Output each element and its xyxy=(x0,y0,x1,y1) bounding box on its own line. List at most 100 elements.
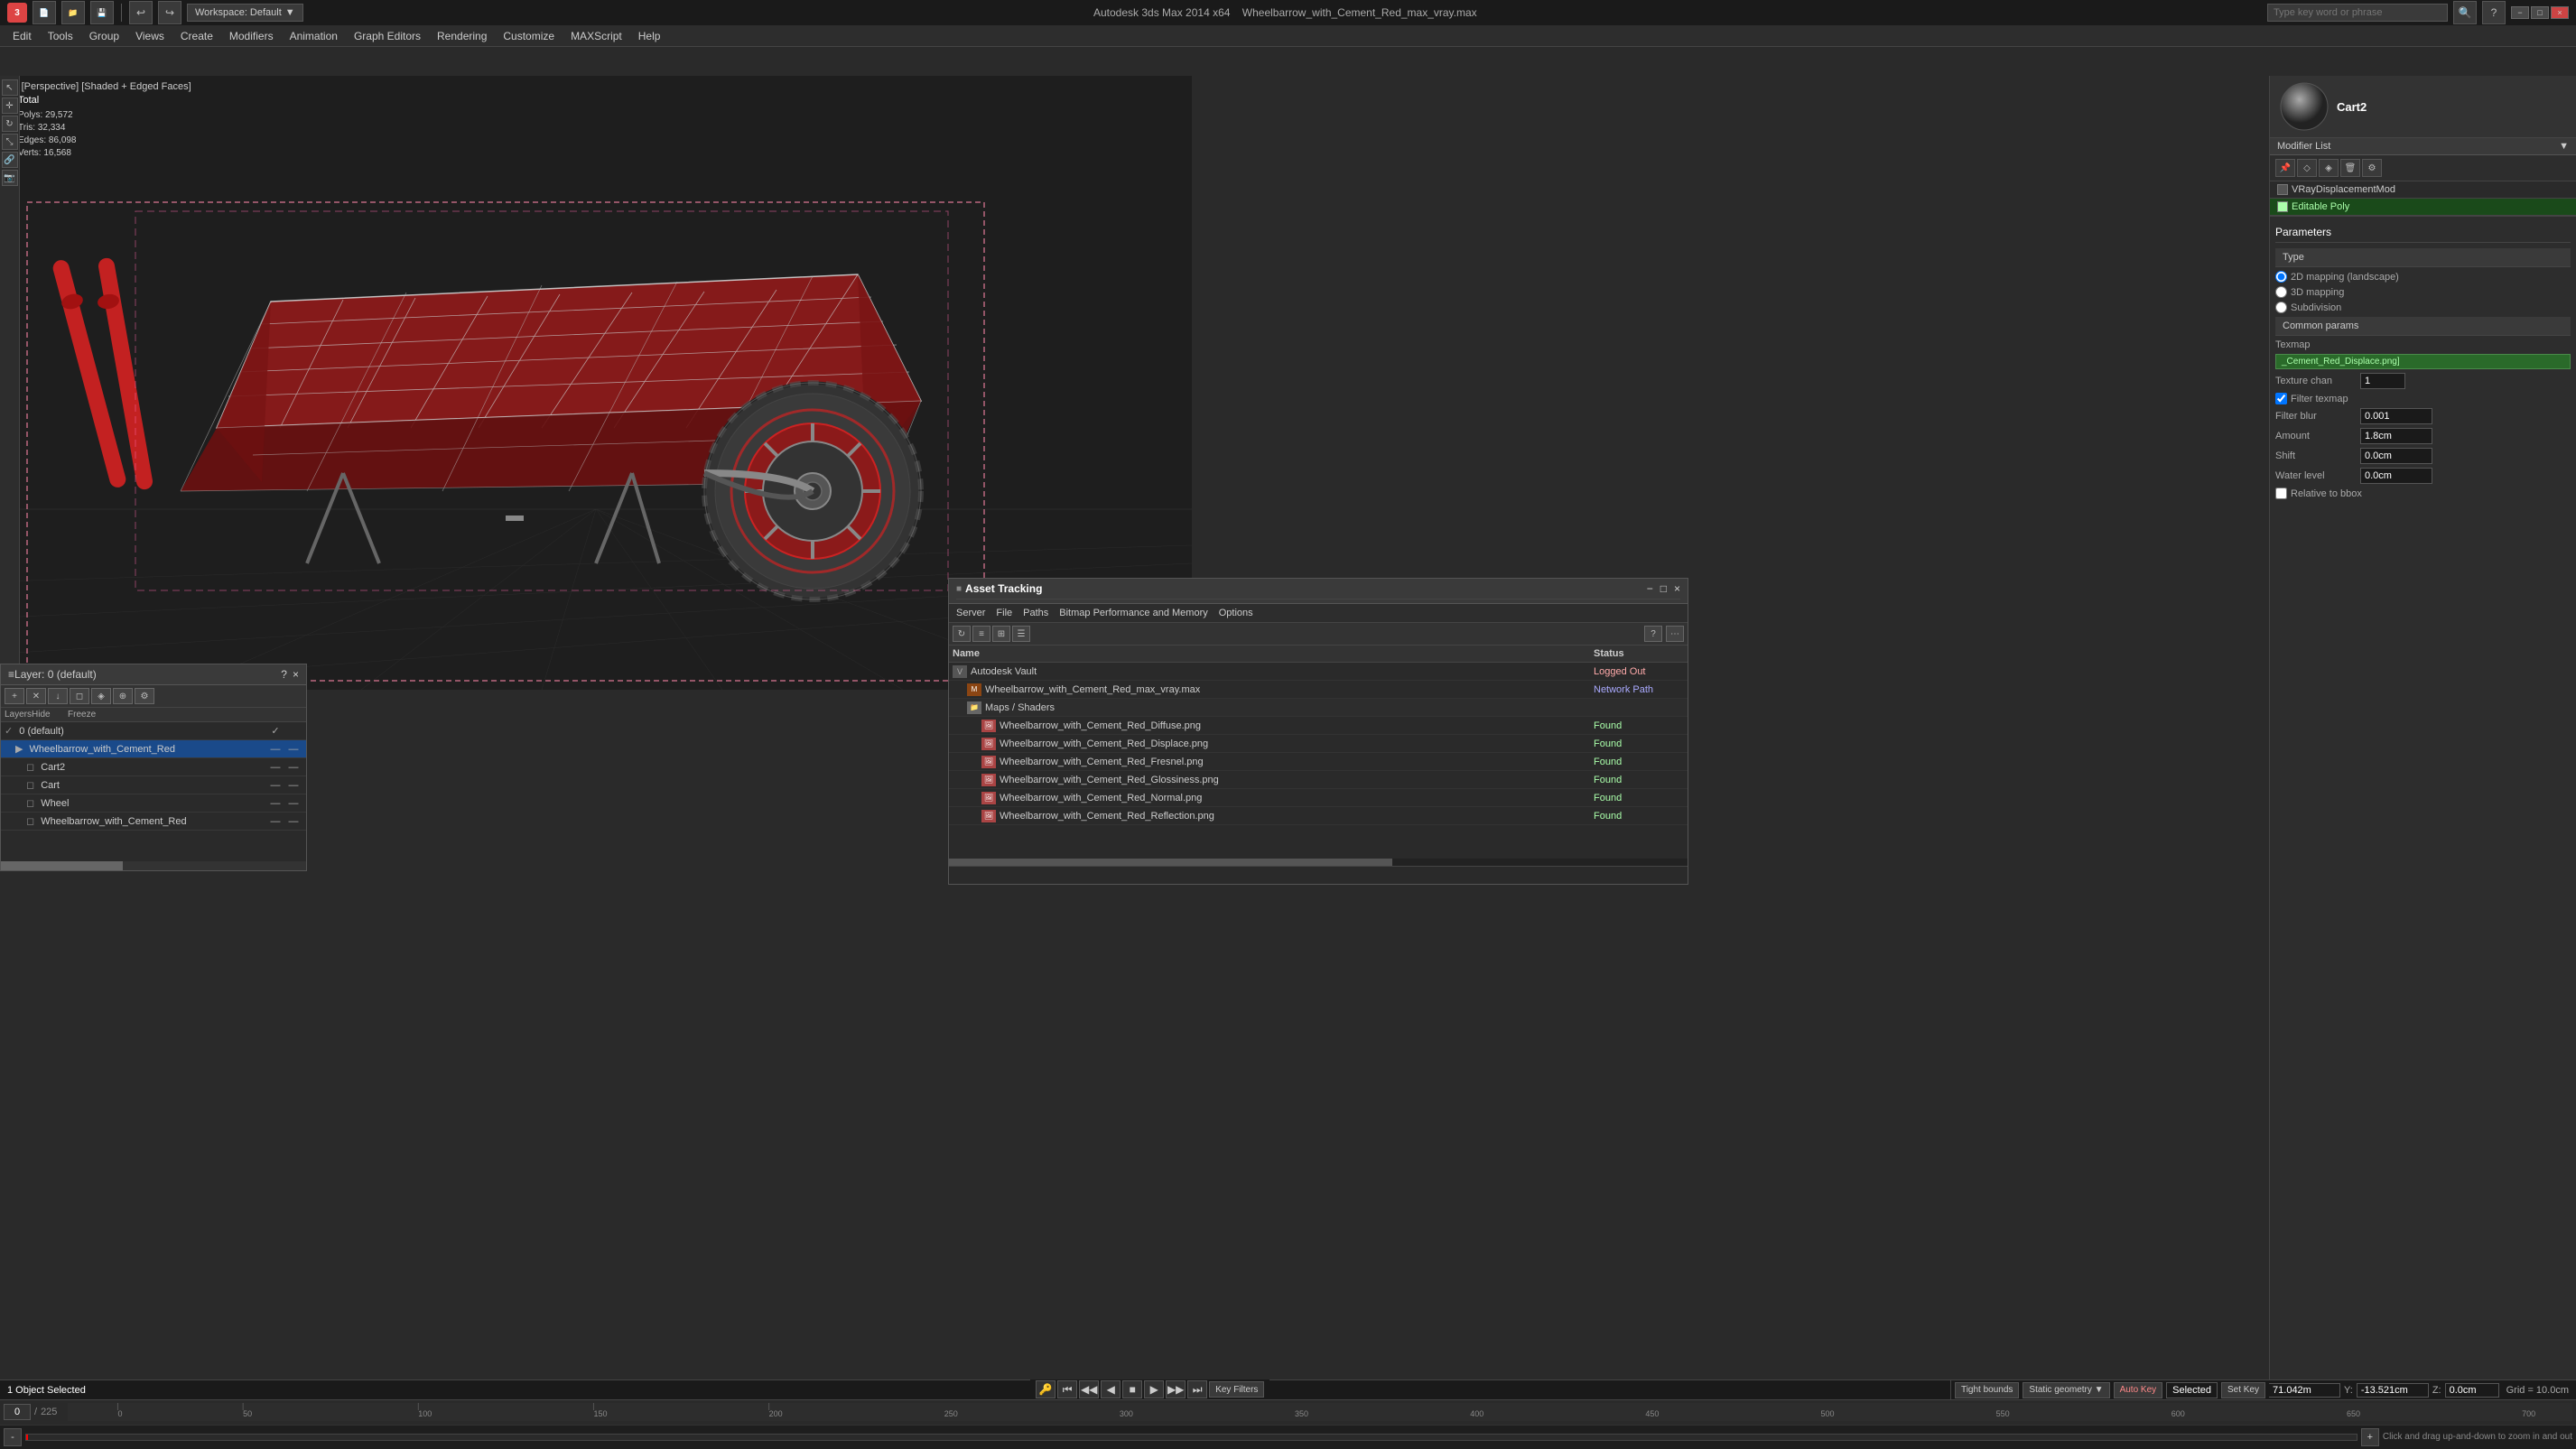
configure-btn[interactable]: ⚙ xyxy=(2362,159,2382,177)
auto-key-btn[interactable]: Auto Key xyxy=(2114,1382,2163,1398)
asset-menu-server[interactable]: Server xyxy=(956,608,985,618)
modifier-vray[interactable]: VRayDisplacementMod xyxy=(2270,181,2576,199)
filter-blur-input[interactable] xyxy=(2360,408,2432,424)
asset-icon-view-btn[interactable]: ⊞ xyxy=(992,626,1010,642)
wheel-freeze-check[interactable]: ― xyxy=(284,798,302,809)
save-btn[interactable]: 💾 xyxy=(90,1,114,24)
menu-modifiers[interactable]: Modifiers xyxy=(222,28,281,44)
water-level-input[interactable] xyxy=(2360,468,2432,484)
asset-view-btn[interactable]: ≡ xyxy=(972,626,990,642)
pin-stack-btn[interactable]: 📌 xyxy=(2275,159,2295,177)
asset-menu-options[interactable]: Options xyxy=(1219,608,1253,618)
relative-to-bbox-checkbox[interactable] xyxy=(2275,488,2287,499)
redo-btn[interactable]: ↪ xyxy=(158,1,181,24)
timeline-zoom-in-btn[interactable]: + xyxy=(2361,1428,2379,1446)
move-tool-btn[interactable]: ✛ xyxy=(2,98,18,114)
make-unique-btn[interactable]: ◈ xyxy=(2319,159,2339,177)
asset-more-btn[interactable]: ⋯ xyxy=(1666,626,1684,642)
selected-display[interactable]: Selected xyxy=(2166,1382,2218,1398)
new-btn[interactable]: 📄 xyxy=(33,1,56,24)
timeline-track[interactable] xyxy=(25,1434,2357,1441)
timeline-zoom-out-btn[interactable]: - xyxy=(4,1428,22,1446)
camera-tool-btn[interactable]: 📷 xyxy=(2,170,18,186)
menu-graph-editors[interactable]: Graph Editors xyxy=(347,28,428,44)
asset-row-maps-folder[interactable]: 📁 Maps / Shaders xyxy=(949,699,1688,717)
cart-freeze-check[interactable]: ― xyxy=(284,780,302,791)
key-mode-btn[interactable]: 🔑 xyxy=(1036,1380,1056,1398)
menu-customize[interactable]: Customize xyxy=(496,28,562,44)
cart2-freeze-check[interactable]: ― xyxy=(284,762,302,773)
next-frame-btn[interactable]: ⏭ xyxy=(1187,1380,1207,1398)
layers-close-btn[interactable]: × xyxy=(293,668,299,681)
cart2-vis-check[interactable]: ― xyxy=(266,762,284,773)
type-3d-radio[interactable] xyxy=(2275,286,2287,298)
asset-help-btn[interactable]: ? xyxy=(1644,626,1662,642)
y-coord-input[interactable] xyxy=(2357,1383,2429,1398)
menu-rendering[interactable]: Rendering xyxy=(430,28,494,44)
type-subdivision-radio[interactable] xyxy=(2275,302,2287,313)
asset-row-normal[interactable]: 🖼 Wheelbarrow_with_Cement_Red_Normal.png… xyxy=(949,789,1688,807)
layers-merge-btn[interactable]: ⊕ xyxy=(113,688,133,704)
editable-poly-checkbox[interactable] xyxy=(2277,201,2288,212)
tight-bounds-btn[interactable]: Tight bounds xyxy=(1955,1382,2019,1398)
layer-cart[interactable]: ◻ Cart ― ― xyxy=(1,776,306,794)
layers-highlight-btn[interactable]: ◈ xyxy=(91,688,111,704)
asset-restore-btn[interactable]: □ xyxy=(1660,582,1667,595)
texmap-file-btn[interactable]: _Cement_Red_Displace.png] xyxy=(2275,354,2571,369)
help-icon[interactable]: ? xyxy=(2482,1,2506,24)
cart-vis-check[interactable]: ― xyxy=(266,780,284,791)
asset-row-glossiness[interactable]: 🖼 Wheelbarrow_with_Cement_Red_Glossiness… xyxy=(949,771,1688,789)
show-end-result-btn[interactable]: ◇ xyxy=(2297,159,2317,177)
asset-minimize-btn[interactable]: − xyxy=(1647,582,1653,595)
layer-cart2[interactable]: ◻ Cart2 ― ― xyxy=(1,758,306,776)
scale-tool-btn[interactable]: ⤡ xyxy=(2,134,18,150)
minimize-button[interactable]: − xyxy=(2511,6,2529,19)
shift-input[interactable] xyxy=(2360,448,2432,464)
menu-views[interactable]: Views xyxy=(128,28,172,44)
prev-frame-btn[interactable]: ⏮ xyxy=(1057,1380,1077,1398)
menu-help[interactable]: Help xyxy=(631,28,668,44)
asset-hscrollbar-track[interactable] xyxy=(949,859,1392,866)
layers-new-btn[interactable]: + xyxy=(5,688,24,704)
menu-edit[interactable]: Edit xyxy=(5,28,39,44)
layer-default[interactable]: ✓ 0 (default) ✓ xyxy=(1,722,306,740)
prev-key-btn[interactable]: ◀◀ xyxy=(1079,1380,1099,1398)
timeline-ruler[interactable]: 0 50 100 150 200 250 300 350 400 450 500… xyxy=(68,1403,2572,1421)
wheelbarrow-freeze-check[interactable]: ― xyxy=(284,744,302,755)
asset-row-max-file[interactable]: M Wheelbarrow_with_Cement_Red_max_vray.m… xyxy=(949,681,1688,699)
asset-row-displace[interactable]: 🖼 Wheelbarrow_with_Cement_Red_Displace.p… xyxy=(949,735,1688,753)
asset-detail-view-btn[interactable]: ☰ xyxy=(1012,626,1030,642)
link-tool-btn[interactable]: 🔗 xyxy=(2,152,18,168)
layers-scrollbar[interactable] xyxy=(1,861,306,870)
restore-button[interactable]: □ xyxy=(2531,6,2549,19)
stop-btn[interactable]: ■ xyxy=(1122,1380,1142,1398)
close-button[interactable]: × xyxy=(2551,6,2569,19)
menu-maxscript[interactable]: MAXScript xyxy=(563,28,629,44)
layers-delete-btn[interactable]: ✕ xyxy=(26,688,46,704)
amount-input[interactable] xyxy=(2360,428,2432,444)
vray-checkbox[interactable] xyxy=(2277,184,2288,195)
asset-menu-file[interactable]: File xyxy=(996,608,1012,618)
layers-select-objects-btn[interactable]: ◻ xyxy=(70,688,89,704)
set-key-btn[interactable]: Set Key xyxy=(2221,1382,2265,1398)
asset-hscrollbar[interactable] xyxy=(949,859,1688,866)
search-input[interactable] xyxy=(2267,4,2448,22)
static-geometry-btn[interactable]: Static geometry ▼ xyxy=(2023,1382,2109,1398)
asset-row-diffuse[interactable]: 🖼 Wheelbarrow_with_Cement_Red_Diffuse.pn… xyxy=(949,717,1688,735)
key-filters-btn[interactable]: Key Filters xyxy=(1209,1381,1264,1398)
default-vis-check[interactable]: ✓ xyxy=(266,725,284,737)
type-2d-radio[interactable] xyxy=(2275,271,2287,283)
asset-row-reflection[interactable]: 🖼 Wheelbarrow_with_Cement_Red_Reflection… xyxy=(949,807,1688,825)
menu-create[interactable]: Create xyxy=(173,28,220,44)
layer-wheelbarrow-full[interactable]: ◻ Wheelbarrow_with_Cement_Red ― ― xyxy=(1,813,306,831)
layers-settings-btn[interactable]: ⚙ xyxy=(135,688,154,704)
timeline[interactable]: / 225 0 50 100 150 200 250 300 350 400 4… xyxy=(0,1399,2576,1449)
undo-btn[interactable]: ↩ xyxy=(129,1,153,24)
current-frame-input[interactable] xyxy=(4,1404,31,1420)
wheel-vis-check[interactable]: ― xyxy=(266,798,284,809)
asset-refresh-btn[interactable]: ↻ xyxy=(953,626,971,642)
filter-texmap-checkbox[interactable] xyxy=(2275,393,2287,404)
wheelbarrow-full-vis-check[interactable]: ― xyxy=(266,816,284,827)
asset-row-fresnel[interactable]: 🖼 Wheelbarrow_with_Cement_Red_Fresnel.pn… xyxy=(949,753,1688,771)
asset-row-vault[interactable]: V Autodesk Vault Logged Out xyxy=(949,663,1688,681)
